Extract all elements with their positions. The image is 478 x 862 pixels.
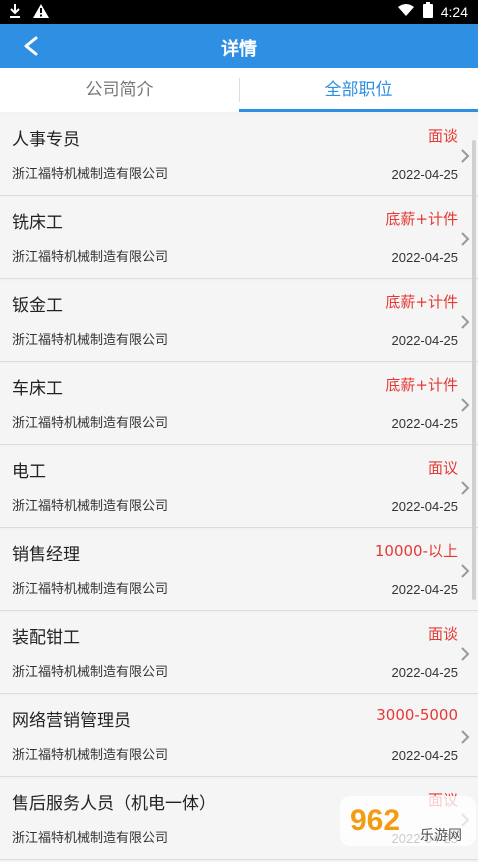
job-date: 2022-04-25 xyxy=(391,167,459,182)
job-date: 2022-04-25 xyxy=(391,582,459,597)
status-bar: 4:24 xyxy=(0,0,478,24)
job-date: 2022-04-25 xyxy=(391,665,459,680)
job-salary: 10000-以上 xyxy=(374,542,458,560)
job-company: 浙江福特机械制造有限公司 xyxy=(12,665,169,680)
job-date: 2022-04-25 xyxy=(391,499,459,514)
job-title: 销售经理 xyxy=(12,545,80,565)
job-date: 2022-04-25 xyxy=(391,748,459,763)
chevron-right-icon xyxy=(460,314,470,329)
status-time: 4:24 xyxy=(440,3,468,20)
watermark-sub: 乐游网 xyxy=(420,828,462,844)
job-list: 人事专员 面谈 浙江福特机械制造有限公司 2022-04-25 铣床工 底薪+计… xyxy=(0,115,478,862)
job-date: 2022-04-25 xyxy=(391,250,459,265)
job-card[interactable]: 电工 面议 浙江福特机械制造有限公司 2022-04-25 xyxy=(0,447,478,528)
job-card[interactable]: 网络营销管理员 3000-5000 浙江福特机械制造有限公司 2022-04-2… xyxy=(0,696,478,777)
tab-bar: 公司简介 全部职位 xyxy=(0,68,478,112)
watermark-logo: 962 乐游网 xyxy=(338,792,478,850)
job-salary: 面议 xyxy=(427,459,458,477)
warning-icon xyxy=(32,3,50,23)
page-title: 详情 xyxy=(221,39,257,60)
job-company: 浙江福特机械制造有限公司 xyxy=(12,416,169,431)
chevron-right-icon xyxy=(460,148,470,163)
wifi-icon xyxy=(397,3,415,20)
download-icon xyxy=(8,3,22,23)
job-salary: 底薪+计件 xyxy=(385,376,458,394)
job-card[interactable]: 车床工 底薪+计件 浙江福特机械制造有限公司 2022-04-25 xyxy=(0,364,478,445)
job-title: 车床工 xyxy=(12,379,63,399)
job-company: 浙江福特机械制造有限公司 xyxy=(12,831,169,846)
app-bar: 详情 xyxy=(0,24,478,68)
job-company: 浙江福特机械制造有限公司 xyxy=(12,499,169,514)
job-company: 浙江福特机械制造有限公司 xyxy=(12,250,169,265)
chevron-right-icon xyxy=(460,397,470,412)
job-salary: 底薪+计件 xyxy=(385,210,458,228)
chevron-right-icon xyxy=(460,231,470,246)
tab-all-positions[interactable]: 全部职位 xyxy=(239,68,478,112)
job-card[interactable]: 人事专员 面谈 浙江福特机械制造有限公司 2022-04-25 xyxy=(0,115,478,196)
job-card[interactable]: 销售经理 10000-以上 浙江福特机械制造有限公司 2022-04-25 xyxy=(0,530,478,611)
job-salary: 底薪+计件 xyxy=(385,293,458,311)
chevron-right-icon xyxy=(460,729,470,744)
active-tab-indicator xyxy=(239,109,478,112)
job-card[interactable]: 装配钳工 面谈 浙江福特机械制造有限公司 2022-04-25 xyxy=(0,613,478,694)
job-date: 2022-04-25 xyxy=(391,333,459,348)
job-title: 人事专员 xyxy=(12,130,80,150)
job-title: 铣床工 xyxy=(12,213,63,233)
job-salary: 面谈 xyxy=(427,625,458,643)
watermark-number: 962 xyxy=(350,804,400,837)
job-title: 电工 xyxy=(12,462,46,482)
job-company: 浙江福特机械制造有限公司 xyxy=(12,167,169,182)
job-title: 网络营销管理员 xyxy=(12,711,131,731)
job-title: 装配钳工 xyxy=(12,628,80,648)
chevron-right-icon xyxy=(460,563,470,578)
chevron-right-icon xyxy=(460,646,470,661)
battery-icon xyxy=(422,2,433,21)
job-company: 浙江福特机械制造有限公司 xyxy=(12,582,169,597)
scrollbar[interactable] xyxy=(472,140,476,600)
job-card[interactable]: 钣金工 底薪+计件 浙江福特机械制造有限公司 2022-04-25 xyxy=(0,281,478,362)
tab-company-intro[interactable]: 公司简介 xyxy=(0,68,239,112)
chevron-right-icon xyxy=(460,480,470,495)
job-title: 钣金工 xyxy=(12,296,63,316)
job-salary: 面谈 xyxy=(427,127,458,145)
job-company: 浙江福特机械制造有限公司 xyxy=(12,748,169,763)
job-card[interactable]: 铣床工 底薪+计件 浙江福特机械制造有限公司 2022-04-25 xyxy=(0,198,478,279)
job-date: 2022-04-25 xyxy=(391,416,459,431)
job-title: 售后服务人员（机电一体） xyxy=(12,794,216,814)
job-salary: 3000-5000 xyxy=(376,706,458,724)
job-company: 浙江福特机械制造有限公司 xyxy=(12,333,169,348)
